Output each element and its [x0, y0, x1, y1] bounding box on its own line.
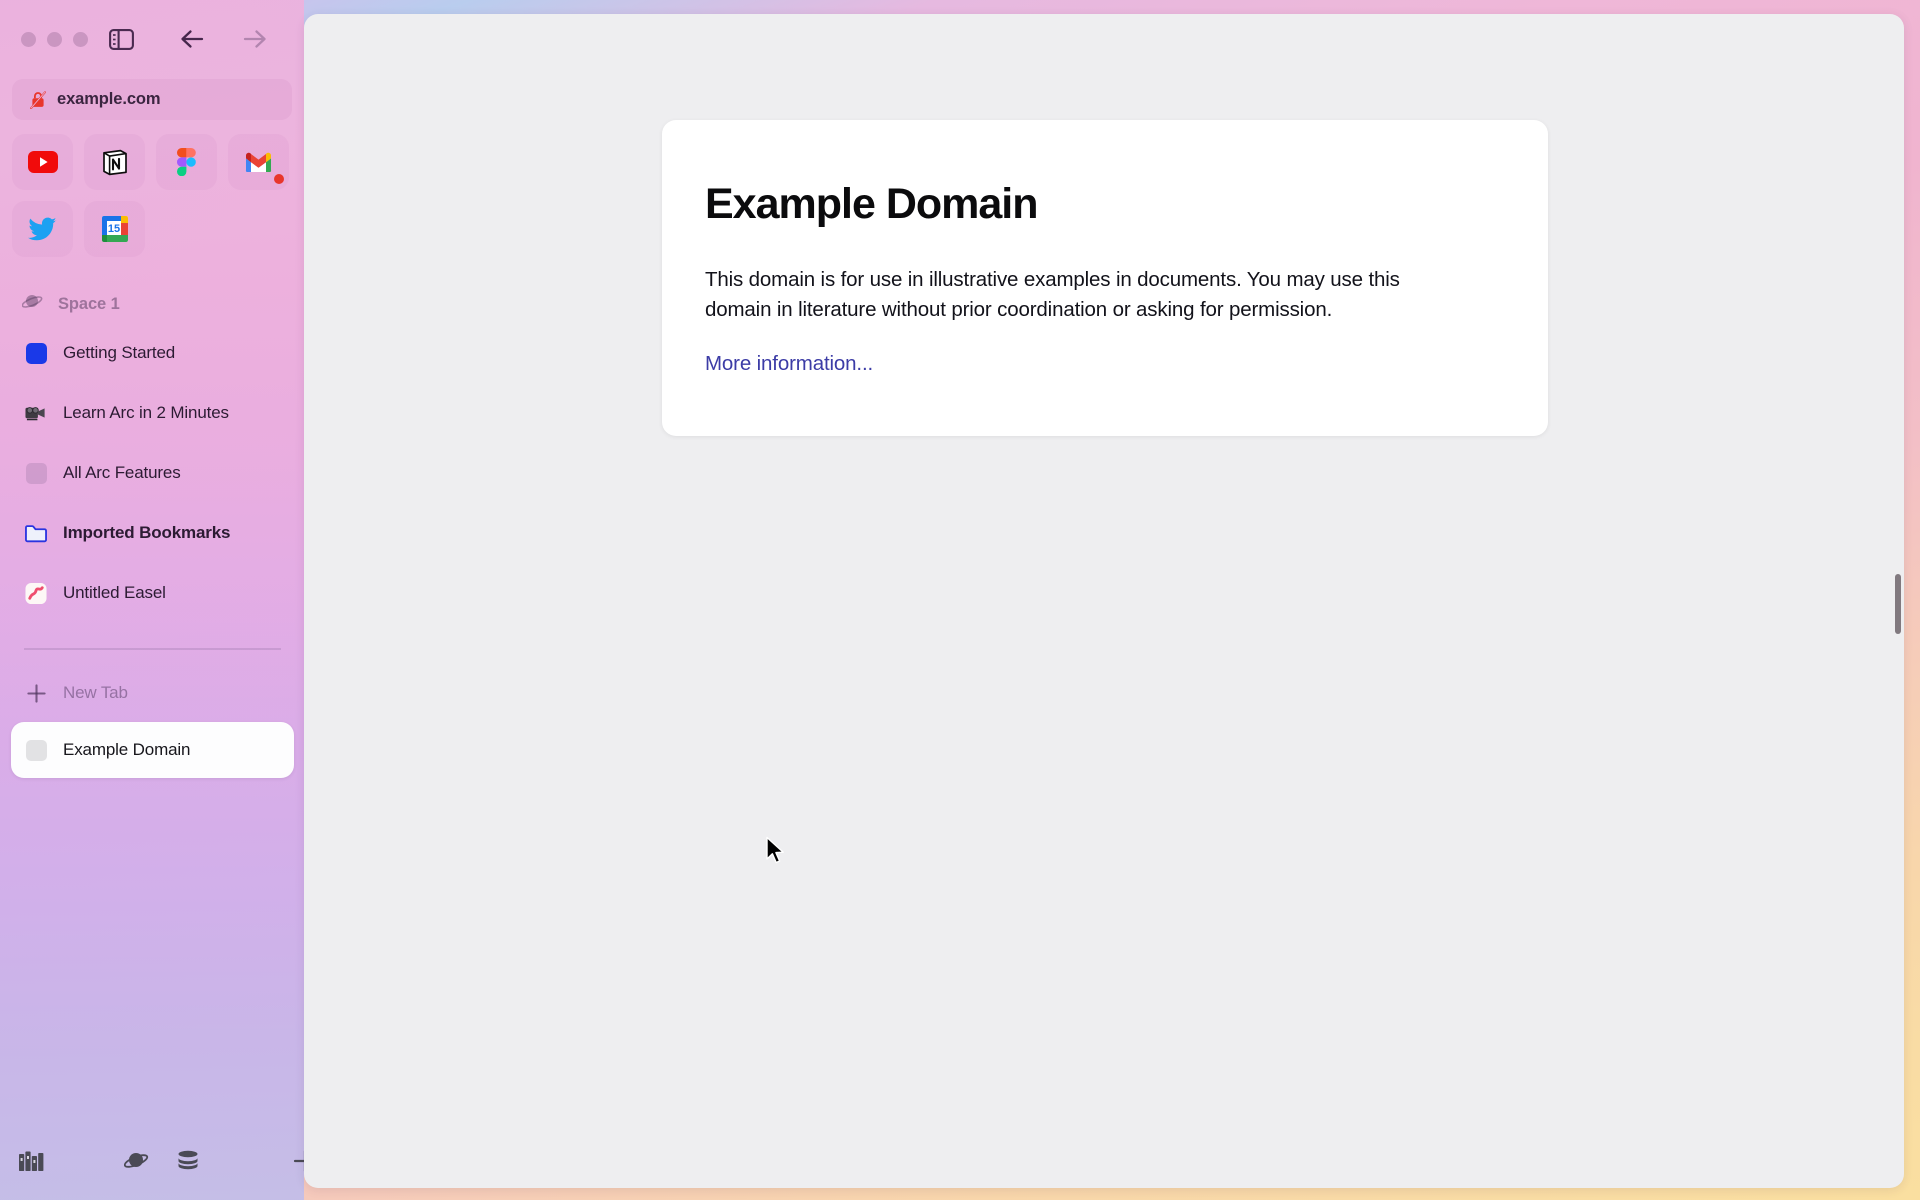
page-paragraph: This domain is for use in illustrative e… — [705, 268, 1400, 322]
sidebar-item-label: Imported Bookmarks — [63, 523, 231, 542]
sidebar-bottom-toolbar — [0, 1122, 317, 1200]
url-text: example.com — [57, 90, 161, 108]
sidebar: example.com 15 Space 1 Getting Started L… — [0, 0, 326, 1200]
gray-square-icon — [25, 462, 47, 484]
pinned-app-calendar[interactable]: 15 — [84, 201, 145, 257]
svg-text:15: 15 — [107, 223, 119, 235]
pinned-app-youtube[interactable] — [12, 134, 73, 190]
sidebar-item-learn-arc[interactable]: Learn Arc in 2 Minutes — [11, 390, 294, 436]
sidebar-divider — [24, 648, 281, 650]
space-label: Space 1 — [58, 294, 120, 313]
favorites-list: Getting Started Learn Arc in 2 Minutes A… — [11, 330, 294, 630]
webview: Example Domain This domain is for use in… — [304, 14, 1904, 1188]
youtube-icon — [27, 151, 58, 173]
sidebar-toggle-icon[interactable] — [109, 27, 134, 51]
sidebar-item-all-arc-features[interactable]: All Arc Features — [11, 450, 294, 496]
sidebar-item-untitled-easel[interactable]: Untitled Easel — [11, 570, 294, 616]
planet-icon — [21, 293, 44, 316]
sidebar-item-getting-started[interactable]: Getting Started — [11, 330, 294, 376]
back-button[interactable] — [177, 24, 207, 54]
library-button[interactable] — [18, 1144, 46, 1178]
planet-icon — [124, 1153, 149, 1168]
gray-square-icon — [25, 739, 47, 761]
gmail-notification-badge — [274, 174, 284, 184]
space-header[interactable]: Space 1 — [21, 290, 282, 318]
close-window-button[interactable] — [21, 31, 36, 47]
easel-icon — [25, 582, 47, 604]
sidebar-item-label: All Arc Features — [63, 463, 181, 482]
forward-button[interactable] — [239, 24, 269, 54]
page-scrollbar[interactable] — [1895, 574, 1901, 634]
stack-icon — [178, 1150, 198, 1170]
titlebar — [0, 0, 326, 78]
traffic-lights — [21, 31, 88, 47]
pinned-app-twitter[interactable] — [12, 201, 73, 257]
pinned-app-gmail[interactable] — [228, 134, 289, 190]
gmail-icon — [245, 152, 272, 172]
url-bar[interactable]: example.com — [12, 79, 292, 120]
plus-icon — [25, 682, 47, 704]
maximize-window-button[interactable] — [73, 31, 88, 47]
figma-icon — [177, 148, 196, 176]
sidebar-item-label: Learn Arc in 2 Minutes — [63, 403, 229, 422]
sidebar-item-label: Untitled Easel — [63, 583, 166, 602]
pinned-apps-grid: 15 — [12, 134, 296, 257]
tab-label: Example Domain — [63, 740, 191, 759]
new-tab-button[interactable]: New Tab — [11, 670, 294, 716]
movie-camera-icon — [25, 402, 47, 424]
books-icon — [19, 1151, 44, 1171]
pinned-app-figma[interactable] — [156, 134, 217, 190]
sidebar-item-imported-bookmarks[interactable]: Imported Bookmarks — [11, 510, 294, 556]
notion-icon — [102, 149, 127, 175]
twitter-icon — [28, 217, 57, 241]
archive-button[interactable] — [176, 1144, 200, 1178]
spaces-button[interactable] — [124, 1144, 150, 1178]
blue-square-icon — [25, 342, 47, 364]
sidebar-item-label: Getting Started — [63, 343, 176, 362]
insecure-lock-icon — [29, 90, 46, 109]
page-content-card: Example Domain This domain is for use in… — [662, 120, 1548, 436]
folder-icon — [25, 522, 47, 544]
pinned-app-notion[interactable] — [84, 134, 145, 190]
minimize-window-button[interactable] — [47, 31, 62, 47]
calendar-icon: 15 — [101, 216, 128, 242]
tab-example-domain[interactable]: Example Domain — [11, 722, 294, 778]
more-information-link[interactable]: More information... — [705, 352, 873, 376]
browser-window: example.com 15 Space 1 Getting Started L… — [0, 0, 1920, 1200]
page-title: Example Domain — [705, 180, 1039, 228]
new-tab-label: New Tab — [63, 683, 128, 702]
